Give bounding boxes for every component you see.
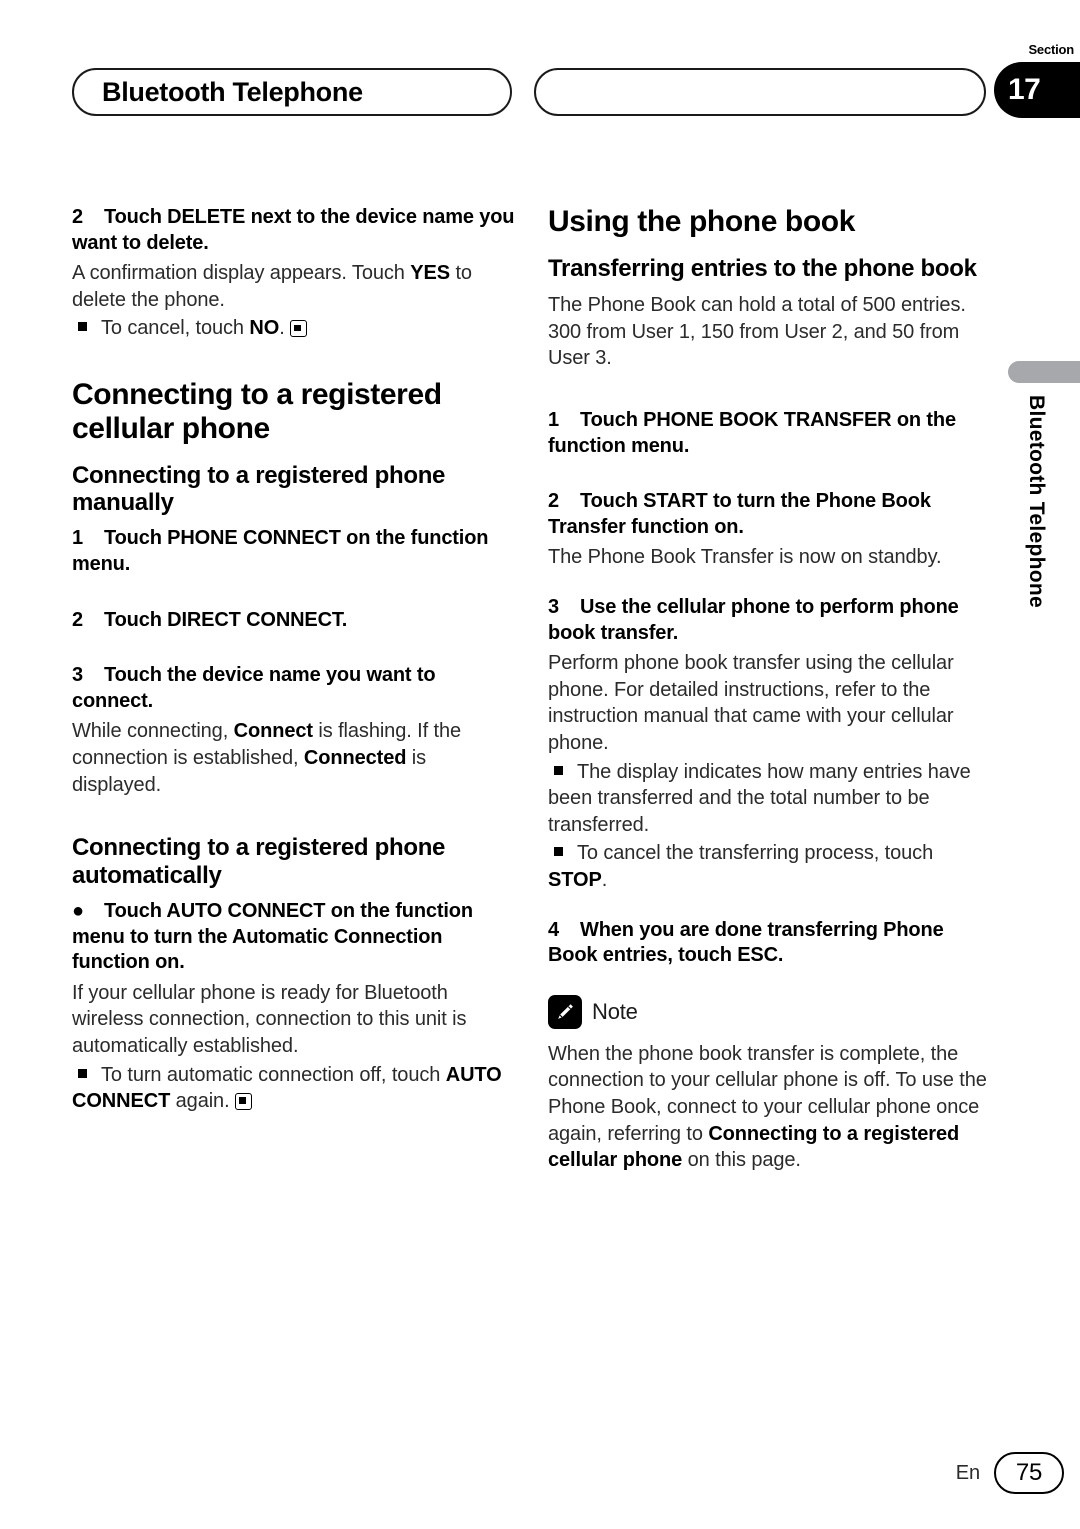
step-text: Touch the device name you want to connec… (72, 664, 436, 712)
bullet-text-tail: . (279, 317, 285, 340)
chapter-title-pill: Bluetooth Telephone (72, 68, 512, 116)
transfer-step-3-body: Perform phone book transfer using the ce… (548, 652, 954, 754)
body-emphasis: Connect (233, 720, 313, 743)
end-of-section-icon (234, 1093, 252, 1111)
right-column: Using the phone book Transferring entrie… (548, 205, 996, 1176)
pencil-icon (548, 994, 582, 1029)
bullet-cancel-transfer: To cancel the transferring process, touc… (548, 840, 996, 893)
transfer-step-2: 2 Touch START to turn the Phone Book Tran… (548, 489, 996, 540)
page-footer: En 75 (0, 1452, 1080, 1512)
side-tab-label: Bluetooth Telephone (1025, 395, 1048, 608)
note-body: When the phone book transfer is complete… (548, 1041, 996, 1174)
step-text: Touch PHONE BOOK TRANSFER on the functio… (548, 409, 956, 457)
step-number: 3 (548, 596, 559, 618)
manual-step-2: 2 Touch DIRECT CONNECT. (72, 608, 516, 634)
note-heading: Note (548, 994, 996, 1029)
bullet-text-tail: . (601, 868, 608, 891)
page-number-badge: 75 (994, 1452, 1064, 1494)
body-emphasis-2: Connected (303, 747, 407, 770)
step-text: Touch DELETE next to the device name you… (72, 206, 515, 254)
step-number: 1 (72, 527, 83, 550)
heading-using-phone-book: Using the phone book (548, 205, 855, 238)
round-bullet-icon: ● (72, 899, 84, 922)
note-label: Note (592, 998, 638, 1024)
square-bullet-icon (554, 765, 563, 775)
bullet-text: To cancel the transferring process, touc… (577, 842, 934, 865)
step-text: Touch AUTO CONNECT on the function menu … (72, 899, 473, 974)
step-number: 4 (548, 918, 559, 941)
bullet-cancel-delete: To cancel, touch NO. (72, 315, 516, 342)
phone-book-capacity-text: The Phone Book can hold a total of 500 e… (548, 294, 966, 370)
square-bullet-icon (554, 847, 563, 857)
step-number: 2 (72, 608, 83, 631)
step-delete-body: A confirmation display appears. Touch YE… (72, 260, 516, 313)
body-text: While connecting, (72, 720, 234, 743)
auto-connect-step: ● Touch AUTO CONNECT on the function menu… (72, 899, 516, 976)
side-tab-bar (1008, 361, 1080, 383)
manual-step-3-body: While connecting, Connect is flashing. I… (72, 718, 516, 798)
step-text: Touch DIRECT CONNECT. (104, 608, 348, 631)
bullet-turn-auto-off: To turn automatic connection off, touch … (72, 1062, 516, 1115)
language-code: En (955, 1462, 980, 1484)
manual-step-3: 3 Touch the device name you want to conne… (72, 663, 516, 714)
manual-step-1: 1 Touch PHONE CONNECT on the function men… (72, 526, 516, 577)
section-number-badge: 17 (994, 62, 1080, 118)
bullet-emphasis: NO (249, 317, 280, 340)
transfer-step-3: 3 Use the cellular phone to perform phone… (548, 595, 996, 646)
bullet-text-tail: again. (170, 1090, 230, 1113)
heading-connecting-registered: Connecting to a registered cellular phon… (72, 377, 442, 445)
left-column: 2 Touch DELETE next to the device name yo… (72, 205, 516, 1117)
body-emphasis: YES (410, 262, 450, 285)
step-text: Use the cellular phone to perform phone … (548, 596, 959, 644)
step-number: 2 (548, 490, 559, 513)
bullet-text: To turn automatic connection off, touch (101, 1063, 446, 1086)
step-number: 1 (548, 409, 559, 432)
section-label: Section (1028, 42, 1074, 57)
step-text: When you are done transferring Phone Boo… (548, 918, 944, 967)
bullet-text: The display indicates how many entries h… (548, 760, 971, 836)
page-title: Bluetooth Telephone (102, 76, 363, 107)
transfer-step-2-body: The Phone Book Transfer is now on standb… (548, 546, 942, 569)
bullet-text: To cancel, touch (101, 317, 250, 340)
note-text-tail: on this page. (682, 1149, 801, 1172)
subheading-connect-manually: Connecting to a registered phone manuall… (72, 461, 446, 517)
header-empty-pill (534, 68, 986, 116)
step-number: 2 (72, 206, 83, 228)
page-header: Bluetooth Telephone Section 17 (0, 0, 1080, 160)
body-text: A confirmation display appears. Touch (72, 262, 411, 285)
transfer-step-1: 1 Touch PHONE BOOK TRANSFER on the functi… (548, 408, 996, 459)
step-text: Touch START to turn the Phone Book Trans… (548, 490, 931, 538)
step-delete-title: 2 Touch DELETE next to the device name yo… (72, 205, 516, 256)
square-bullet-icon (78, 1068, 87, 1078)
step-text: Touch PHONE CONNECT on the function menu… (72, 527, 489, 576)
subheading-connect-automatically: Connecting to a registered phone automat… (72, 834, 446, 889)
manual-page: Bluetooth Telephone Section 17 Bluetooth… (0, 0, 1080, 1529)
step-number: 3 (72, 664, 83, 687)
section-number: 17 (1008, 73, 1041, 106)
auto-connect-body: If your cellular phone is ready for Blue… (72, 981, 467, 1057)
bullet-emphasis: STOP (548, 868, 602, 891)
bullet-display-indicates: The display indicates how many entries h… (548, 759, 996, 839)
subheading-transferring-entries: Transferring entries to the phone book (548, 254, 977, 282)
transfer-step-4: 4 When you are done transferring Phone Bo… (548, 918, 996, 969)
square-bullet-icon (78, 322, 87, 332)
end-of-section-icon (289, 320, 307, 338)
